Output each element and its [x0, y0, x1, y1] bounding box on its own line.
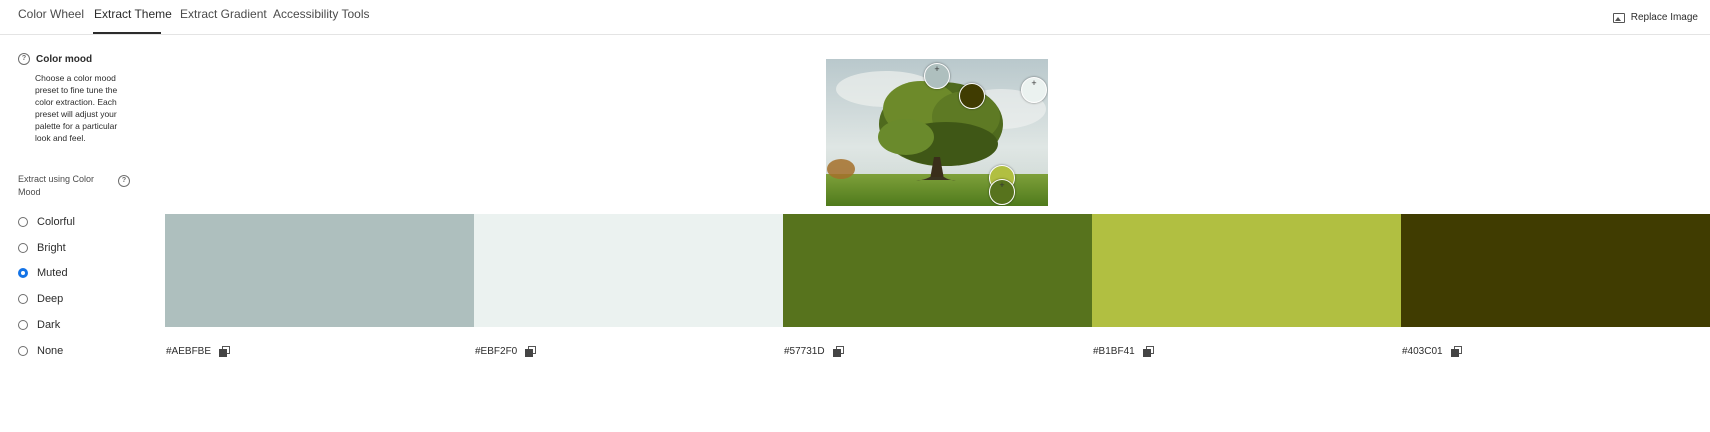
mood-option-label: None — [37, 345, 64, 357]
mood-option-label: Dark — [37, 319, 61, 331]
radio-button[interactable] — [18, 294, 28, 304]
color-swatch[interactable] — [165, 214, 474, 327]
color-picker-handle[interactable] — [959, 83, 985, 109]
color-swatch[interactable] — [783, 214, 1092, 327]
hex-value[interactable]: #57731D — [784, 346, 825, 357]
hex-value[interactable]: #EBF2F0 — [475, 346, 517, 357]
top-tab-bar: Color Wheel Extract Theme Extract Gradie… — [0, 0, 1710, 35]
hex-value-row: #B1BF41 — [1093, 346, 1154, 357]
copy-icon[interactable] — [219, 346, 231, 357]
tab-color-wheel[interactable]: Color Wheel — [18, 7, 84, 21]
replace-image-button[interactable]: Replace Image — [1612, 12, 1698, 23]
help-icon[interactable]: ? — [18, 53, 30, 65]
tab-extract-theme[interactable]: Extract Theme — [94, 7, 172, 21]
tab-extract-gradient[interactable]: Extract Gradient — [180, 7, 267, 21]
hex-value-row: #EBF2F0 — [475, 346, 537, 357]
image-icon — [1612, 12, 1625, 23]
mood-option-label: Colorful — [37, 216, 75, 228]
hex-value[interactable]: #403C01 — [1402, 346, 1443, 357]
copy-icon[interactable] — [1142, 346, 1154, 357]
color-picker-handle[interactable]: + — [989, 179, 1015, 205]
color-swatch[interactable] — [1092, 214, 1401, 327]
mood-option-label: Muted — [37, 267, 68, 279]
hex-value-row: #403C01 — [1402, 346, 1462, 357]
hex-value-row: #AEBFBE — [166, 346, 231, 357]
mood-option-none[interactable]: None — [18, 345, 63, 357]
extract-mood-label: Extract using Color Mood — [18, 174, 95, 197]
hex-value[interactable]: #B1BF41 — [1093, 346, 1135, 357]
color-mood-description: Choose a color mood preset to fine tune … — [35, 73, 118, 143]
mood-option-bright[interactable]: Bright — [18, 242, 66, 254]
radio-button-selected[interactable] — [18, 268, 28, 278]
copy-icon[interactable] — [525, 346, 537, 357]
radio-button[interactable] — [18, 346, 28, 356]
color-swatch[interactable] — [474, 214, 783, 327]
mood-option-muted[interactable]: Muted — [18, 267, 68, 279]
mood-option-dark[interactable]: Dark — [18, 319, 60, 331]
copy-icon[interactable] — [1450, 346, 1462, 357]
color-mood-heading: ? Color mood — [18, 53, 92, 65]
source-image: + + + — [826, 59, 1048, 206]
mood-option-label: Deep — [37, 293, 64, 305]
hex-value[interactable]: #AEBFBE — [166, 346, 211, 357]
tab-accessibility-tools[interactable]: Accessibility Tools — [273, 7, 369, 21]
hex-value-row: #57731D — [784, 346, 844, 357]
radio-button[interactable] — [18, 217, 28, 227]
radio-button[interactable] — [18, 243, 28, 253]
mood-option-deep[interactable]: Deep — [18, 293, 63, 305]
color-picker-handle[interactable]: + — [924, 63, 950, 89]
color-picker-handle[interactable]: + — [1021, 77, 1047, 103]
mood-option-colorful[interactable]: Colorful — [18, 216, 75, 228]
copy-icon[interactable] — [832, 346, 844, 357]
radio-button[interactable] — [18, 320, 28, 330]
active-tab-indicator — [93, 32, 161, 34]
extract-help-icon[interactable]: ? — [118, 175, 130, 187]
replace-image-label: Replace Image — [1630, 12, 1698, 23]
color-mood-title: Color mood — [36, 53, 93, 65]
color-swatch[interactable] — [1401, 214, 1710, 327]
mood-option-label: Bright — [37, 242, 66, 254]
